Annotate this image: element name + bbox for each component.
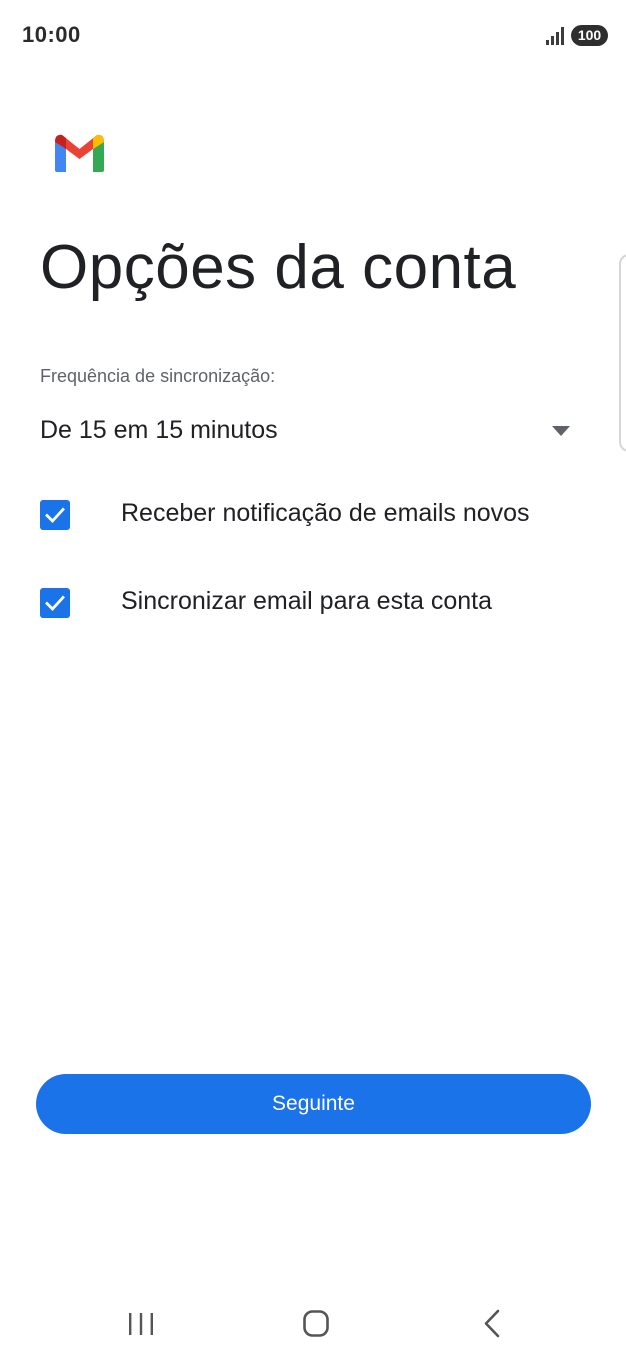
new-email-notification-option[interactable]: Receber notificação de emails novos [40, 490, 600, 538]
next-button[interactable]: Seguinte [36, 1074, 591, 1134]
sync-email-label: Sincronizar email para esta conta [121, 587, 493, 615]
sync-email-checkbox[interactable] [40, 588, 70, 618]
back-icon [484, 1309, 500, 1338]
sync-email-option[interactable]: Sincronizar email para esta conta [40, 578, 600, 626]
sync-frequency-dropdown[interactable]: De 15 em 15 minutos [40, 406, 580, 454]
back-button[interactable] [468, 1304, 516, 1344]
home-button[interactable] [292, 1304, 340, 1344]
sync-frequency-label: Frequência de sincronização: [40, 366, 276, 386]
checkmark-icon [45, 595, 65, 612]
new-email-notification-checkbox[interactable] [40, 500, 70, 530]
recent-apps-icon [129, 1313, 153, 1335]
edge-panel-handle[interactable] [619, 254, 626, 452]
home-icon [303, 1310, 329, 1337]
recent-apps-button[interactable] [117, 1304, 165, 1344]
status-time: 10:00 [22, 22, 81, 47]
status-bar: 10:00 100 [0, 0, 626, 72]
new-email-notification-label: Receber notificação de emails novos [121, 499, 530, 527]
gmail-logo-icon [55, 134, 104, 172]
checkmark-icon [45, 507, 65, 524]
dropdown-arrow-icon [552, 426, 570, 436]
navigation-bar [0, 1290, 626, 1358]
signal-bars-icon [546, 27, 564, 45]
battery-level-badge: 100 [571, 25, 608, 46]
page-title: Opções da conta [40, 233, 517, 302]
sync-frequency-value: De 15 em 15 minutos [40, 416, 278, 444]
account-options-screen: 10:00 100 Opções da conta Frequência de … [0, 0, 626, 1358]
